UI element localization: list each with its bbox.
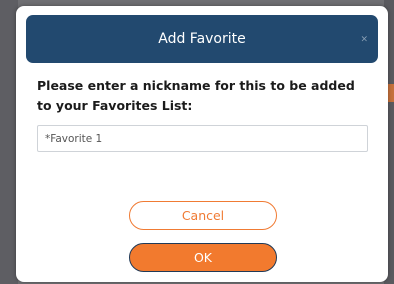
close-icon[interactable]: × xyxy=(360,35,368,44)
dialog-title: Add Favorite xyxy=(158,31,246,47)
add-favorite-dialog: Add Favorite × Please enter a nickname f… xyxy=(16,6,388,282)
cancel-button[interactable]: Cancel xyxy=(129,201,277,230)
nickname-input[interactable] xyxy=(37,125,368,152)
ok-button[interactable]: OK xyxy=(129,243,277,272)
dialog-prompt: Please enter a nickname for this to be a… xyxy=(37,78,355,113)
backdrop-accent xyxy=(388,84,394,102)
dialog-header: Add Favorite × xyxy=(26,15,378,63)
